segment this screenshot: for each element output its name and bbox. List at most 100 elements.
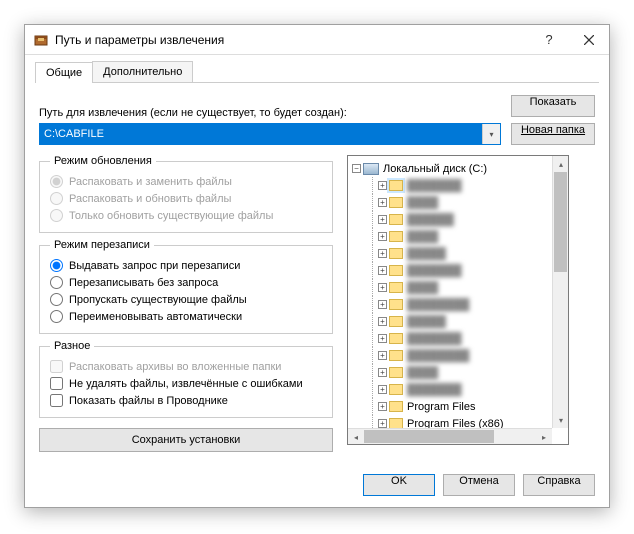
expand-icon[interactable]: + <box>378 334 387 343</box>
chevron-down-icon[interactable]: ▾ <box>482 124 500 144</box>
tree-item[interactable]: + █████ <box>366 245 548 262</box>
tree-item[interactable]: + ████████ <box>366 347 548 364</box>
tree-item[interactable]: + ████ <box>366 364 548 381</box>
tree-item[interactable]: + ███████ <box>366 262 548 279</box>
tree-item-label: Program Files <box>407 401 475 413</box>
tree-item[interactable]: + ████ <box>366 279 548 296</box>
expand-icon[interactable]: + <box>378 385 387 394</box>
tree-item[interactable]: + Program Files <box>366 398 548 415</box>
overwrite-noask[interactable]: Перезаписывать без запроса <box>50 274 322 291</box>
tree-item-label: ███████ <box>407 384 462 396</box>
overwrite-ask[interactable]: Выдавать запрос при перезаписи <box>50 257 322 274</box>
misc-show-explorer[interactable]: Показать файлы в Проводнике <box>50 392 322 409</box>
tree-item-label: █████ <box>407 248 446 260</box>
tree-item-label: ████ <box>407 367 438 379</box>
dialog-window: Путь и параметры извлечения ? Общие Допо… <box>24 24 610 508</box>
tree-item-label: ██████ <box>407 214 454 226</box>
path-combobox[interactable]: C:\CABFILE ▾ <box>39 123 501 145</box>
title-bar: Путь и параметры извлечения ? <box>25 25 609 55</box>
scroll-up-icon[interactable]: ▴ <box>553 156 569 172</box>
folder-icon <box>389 197 403 208</box>
overwrite-mode-legend: Режим перезаписи <box>50 239 154 251</box>
path-value[interactable]: C:\CABFILE <box>40 124 482 144</box>
tree-item-label: ████████ <box>407 350 469 362</box>
tree-item[interactable]: + ███████ <box>366 381 548 398</box>
update-fresh-only: Только обновить существующие файлы <box>50 207 322 224</box>
expand-icon[interactable]: + <box>378 249 387 258</box>
folder-tree[interactable]: − Локальный диск (C:) +███████+████+████… <box>347 155 569 445</box>
tree-item[interactable]: +████ <box>366 194 548 211</box>
update-mode-legend: Режим обновления <box>50 155 156 167</box>
expand-icon[interactable]: + <box>378 317 387 326</box>
scroll-thumb-h[interactable] <box>364 430 494 443</box>
tab-general[interactable]: Общие <box>35 62 93 83</box>
tree-item-label: ███████ <box>407 265 462 277</box>
tree-item-label: ████████ <box>407 299 469 311</box>
folder-icon <box>389 333 403 344</box>
tree-root[interactable]: − Локальный диск (C:) <box>352 160 548 177</box>
disk-icon <box>363 163 379 175</box>
save-settings-button[interactable]: Сохранить установки <box>39 428 333 452</box>
window-title: Путь и параметры извлечения <box>55 33 529 47</box>
scroll-down-icon[interactable]: ▾ <box>553 412 569 428</box>
tree-item[interactable]: +█████ <box>366 313 548 330</box>
overwrite-mode-group: Режим перезаписи Выдавать запрос при пер… <box>39 239 333 334</box>
expand-icon[interactable]: + <box>378 198 387 207</box>
folder-icon <box>389 265 403 276</box>
collapse-icon[interactable]: − <box>352 164 361 173</box>
close-button[interactable] <box>569 25 609 55</box>
scroll-right-icon[interactable]: ▸ <box>536 429 552 445</box>
tree-item-label: ███████ <box>407 180 462 192</box>
folder-icon <box>389 367 403 378</box>
tree-item[interactable]: + Program Files (x86) <box>366 415 548 428</box>
cancel-button[interactable]: Отмена <box>443 474 515 496</box>
dialog-body: Путь для извлечения (если не существует,… <box>25 83 609 464</box>
scroll-left-icon[interactable]: ◂ <box>348 429 364 445</box>
overwrite-skip[interactable]: Пропускать существующие файлы <box>50 291 322 308</box>
tab-bar: Общие Дополнительно <box>35 61 599 83</box>
misc-subfolders: Распаковать архивы во вложенные папки <box>50 358 322 375</box>
expand-icon[interactable]: + <box>378 368 387 377</box>
folder-icon <box>389 350 403 361</box>
overwrite-rename[interactable]: Переименовывать автоматически <box>50 308 322 325</box>
folder-icon <box>389 418 403 428</box>
folder-icon <box>389 384 403 395</box>
expand-icon[interactable]: + <box>378 283 387 292</box>
ok-button[interactable]: OK <box>363 474 435 496</box>
app-icon <box>33 32 49 48</box>
folder-icon <box>389 231 403 242</box>
dialog-footer: OK Отмена Справка <box>25 464 609 508</box>
tree-item[interactable]: + ███████ <box>366 330 548 347</box>
show-button[interactable]: Показать <box>511 95 595 117</box>
folder-icon <box>389 282 403 293</box>
new-folder-button[interactable]: Новая папка <box>511 123 595 145</box>
tab-advanced[interactable]: Дополнительно <box>92 61 193 82</box>
tree-item-label: ████ <box>407 282 438 294</box>
folder-icon <box>389 316 403 327</box>
tree-item-label: Program Files (x86) <box>407 418 504 429</box>
update-mode-group: Режим обновления Распаковать и заменить … <box>39 155 333 233</box>
folder-icon <box>389 180 403 191</box>
help-text-button[interactable]: Справка <box>523 474 595 496</box>
expand-icon[interactable]: + <box>378 232 387 241</box>
update-extract-update: Распаковать и обновить файлы <box>50 190 322 207</box>
scroll-thumb-v[interactable] <box>554 172 567 272</box>
tree-item[interactable]: + ████████ <box>366 296 548 313</box>
folder-icon <box>389 401 403 412</box>
vertical-scrollbar[interactable]: ▴ ▾ <box>552 156 568 428</box>
folder-icon <box>389 214 403 225</box>
tree-item[interactable]: + ███████ <box>366 177 548 194</box>
expand-icon[interactable]: + <box>378 181 387 190</box>
expand-icon[interactable]: + <box>378 419 387 428</box>
tree-item[interactable]: +████ <box>366 228 548 245</box>
tree-item[interactable]: + ██████ <box>366 211 548 228</box>
help-button[interactable]: ? <box>529 25 569 55</box>
expand-icon[interactable]: + <box>378 215 387 224</box>
expand-icon[interactable]: + <box>378 300 387 309</box>
expand-icon[interactable]: + <box>378 266 387 275</box>
horizontal-scrollbar[interactable]: ◂ ▸ <box>348 428 552 444</box>
expand-icon[interactable]: + <box>378 351 387 360</box>
misc-keep-broken[interactable]: Не удалять файлы, извлечённые с ошибками <box>50 375 322 392</box>
expand-icon[interactable]: + <box>378 402 387 411</box>
tree-item-label: ███████ <box>407 333 462 345</box>
